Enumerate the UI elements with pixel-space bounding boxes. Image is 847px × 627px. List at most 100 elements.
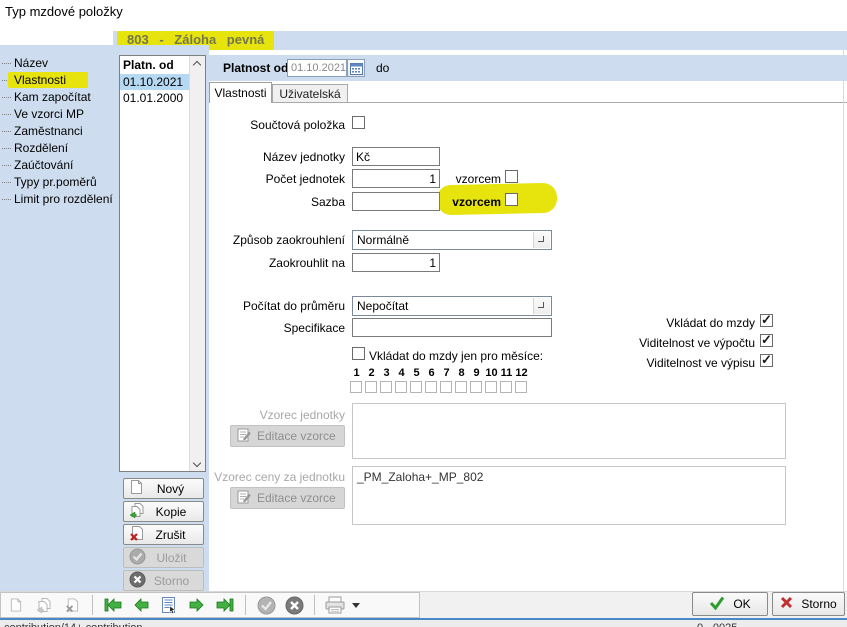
round-to-label: Zaokrouhlit na [209, 256, 345, 270]
month-6-checkbox[interactable] [425, 381, 437, 393]
rounding-method-select[interactable]: Normálně [352, 230, 552, 250]
status-bar: contribution/14+ contribution 0 - 0025 [0, 618, 847, 627]
sidebar-item-zauctovani[interactable]: Zaúčtování [0, 157, 113, 174]
copy-record-button[interactable]: Kopie [123, 501, 204, 522]
validity-to-label: do [376, 61, 389, 75]
unit-name-label: Název jednotky [209, 150, 345, 164]
save-icon [129, 548, 146, 568]
month-3-checkbox[interactable] [380, 381, 392, 393]
edit-price-formula-button[interactable]: Editace vzorce [230, 487, 345, 509]
visibility-listing-label: Viditelnost ve výpisu [509, 356, 755, 370]
nav-prev-icon[interactable] [130, 595, 152, 615]
nav-first-icon[interactable] [102, 595, 124, 615]
edit-unit-formula-button[interactable]: Editace vzorce [230, 425, 345, 447]
unit-formula-textarea[interactable] [352, 403, 786, 459]
unit-formula-label: Vzorec jednotky [209, 408, 345, 422]
visibility-calculation-label: Viditelnost ve výpočtu [509, 336, 755, 350]
cancel-icon[interactable] [283, 595, 305, 615]
month-4-checkbox[interactable] [395, 381, 407, 393]
month-8-checkbox[interactable] [455, 381, 467, 393]
round-to-input[interactable]: 1 [352, 253, 440, 272]
page-title: Typ mzdové položky [5, 4, 123, 19]
calendar-button[interactable] [347, 59, 365, 77]
specification-label: Specifikace [209, 321, 345, 335]
sidebar-item-vlastnosti[interactable]: Vlastnosti [0, 72, 113, 89]
browse-icon[interactable] [158, 595, 180, 615]
month-9-checkbox[interactable] [470, 381, 482, 393]
unit-count-formula-checkbox[interactable] [505, 170, 518, 183]
new-record-button[interactable]: Nový [123, 478, 204, 499]
status-right-text: 0 - 0025 [697, 621, 737, 627]
rate-formula-checkbox[interactable] [505, 193, 518, 206]
validity-from-field[interactable]: 01.10.2021 [287, 59, 347, 77]
sidebar-item-nazev[interactable]: Název [0, 55, 113, 72]
nav-next-icon[interactable] [186, 595, 208, 615]
sidebar-item-typy-pr-pomeru[interactable]: Typy pr.poměrů [0, 174, 113, 191]
month-12-checkbox[interactable] [515, 381, 527, 393]
delete-icon[interactable] [61, 595, 83, 615]
chevron-down-icon[interactable] [533, 232, 550, 248]
unit-name-input[interactable]: Kč [352, 147, 440, 166]
toolbar-separator [245, 595, 246, 615]
tab-vlastnosti[interactable]: Vlastnosti [209, 82, 272, 103]
sidebar-tree: Název Vlastnosti Kam započítat Ve vzorci… [0, 55, 113, 208]
new-page-icon[interactable] [5, 595, 27, 615]
delete-record-button[interactable]: Zrušit [123, 524, 204, 545]
ok-button[interactable]: OK [692, 592, 768, 616]
list-scrollbar[interactable] [189, 56, 205, 471]
edit-formula-icon [237, 428, 251, 445]
month-10-checkbox[interactable] [485, 381, 497, 393]
month-1-checkbox[interactable] [350, 381, 362, 393]
price-formula-label: Vzorec ceny za jednotku [209, 470, 345, 484]
save-record-button[interactable]: Uložit [123, 547, 204, 568]
edit-formula-icon [237, 490, 251, 507]
copy-icon [129, 502, 145, 521]
scroll-down-icon[interactable] [190, 455, 206, 471]
storno-x-icon [780, 596, 793, 612]
scroll-up-icon[interactable] [190, 56, 206, 72]
month-11-checkbox[interactable] [500, 381, 512, 393]
chevron-down-icon[interactable] [533, 298, 550, 314]
month-7-checkbox[interactable] [440, 381, 452, 393]
main-panel: Platnost od 01.10.2021 do Vlastnosti Uži… [209, 50, 847, 591]
visibility-calculation-checkbox[interactable]: ✓ [760, 334, 773, 347]
sidebar-item-zamestnanci[interactable]: Zaměstnanci [0, 123, 113, 140]
delete-icon [129, 525, 144, 544]
validity-strip: Platnost od 01.10.2021 do [209, 55, 847, 81]
storno-button[interactable]: Storno [772, 592, 845, 616]
month-2-checkbox[interactable] [365, 381, 377, 393]
save-icon[interactable] [255, 595, 277, 615]
months-only-checkbox[interactable] [352, 347, 365, 360]
ok-check-icon [709, 596, 725, 613]
price-formula-textarea[interactable]: _PM_Zaloha+_MP_802 [352, 466, 786, 525]
copy-icon[interactable] [33, 595, 55, 615]
month-5-checkbox[interactable] [410, 381, 422, 393]
average-select[interactable]: Nepočítat [352, 296, 552, 316]
sidebar-item-ve-vzorci-mp[interactable]: Ve vzorci MP [0, 106, 113, 123]
insert-into-wage-checkbox[interactable]: ✓ [760, 314, 773, 327]
visibility-listing-checkbox[interactable]: ✓ [760, 354, 773, 367]
sidebar-item-rozdeleni[interactable]: Rozdělení [0, 140, 113, 157]
average-label: Počítat do průměru [209, 299, 345, 313]
dropdown-caret-icon[interactable] [352, 603, 360, 608]
sidebar-item-limit-pro-rozdeleni[interactable]: Limit pro rozdělení [0, 191, 113, 208]
cancel-icon [129, 571, 146, 591]
list-item[interactable]: 01.01.2000 [120, 90, 189, 106]
print-icon[interactable] [324, 595, 346, 615]
sum-item-checkbox[interactable] [352, 116, 365, 129]
tab-uzivatelska[interactable]: Uživatelská [272, 84, 348, 103]
typ-mzdove-polozky-window: Typ mzdové položky 803 - Záloha pevná Ná… [0, 0, 847, 627]
window-right-edge [843, 50, 844, 591]
navigation-toolbar [0, 592, 420, 618]
sum-item-label: Součtová položka [209, 118, 345, 132]
nav-last-icon[interactable] [214, 595, 236, 615]
cancel-record-button[interactable]: Storno [123, 570, 204, 591]
sidebar-item-kam-zapocitat[interactable]: Kam započítat [0, 89, 113, 106]
calendar-icon [350, 62, 363, 75]
rate-formula-label: vzorcem [409, 195, 501, 209]
status-left-text: contribution/14+ contribution [4, 621, 143, 627]
list-item[interactable]: 01.10.2021 [120, 74, 189, 90]
unit-count-label: Počet jednotek [209, 172, 345, 186]
validity-from-label: Platnost od [223, 61, 288, 75]
rate-label: Sazba [209, 195, 345, 209]
